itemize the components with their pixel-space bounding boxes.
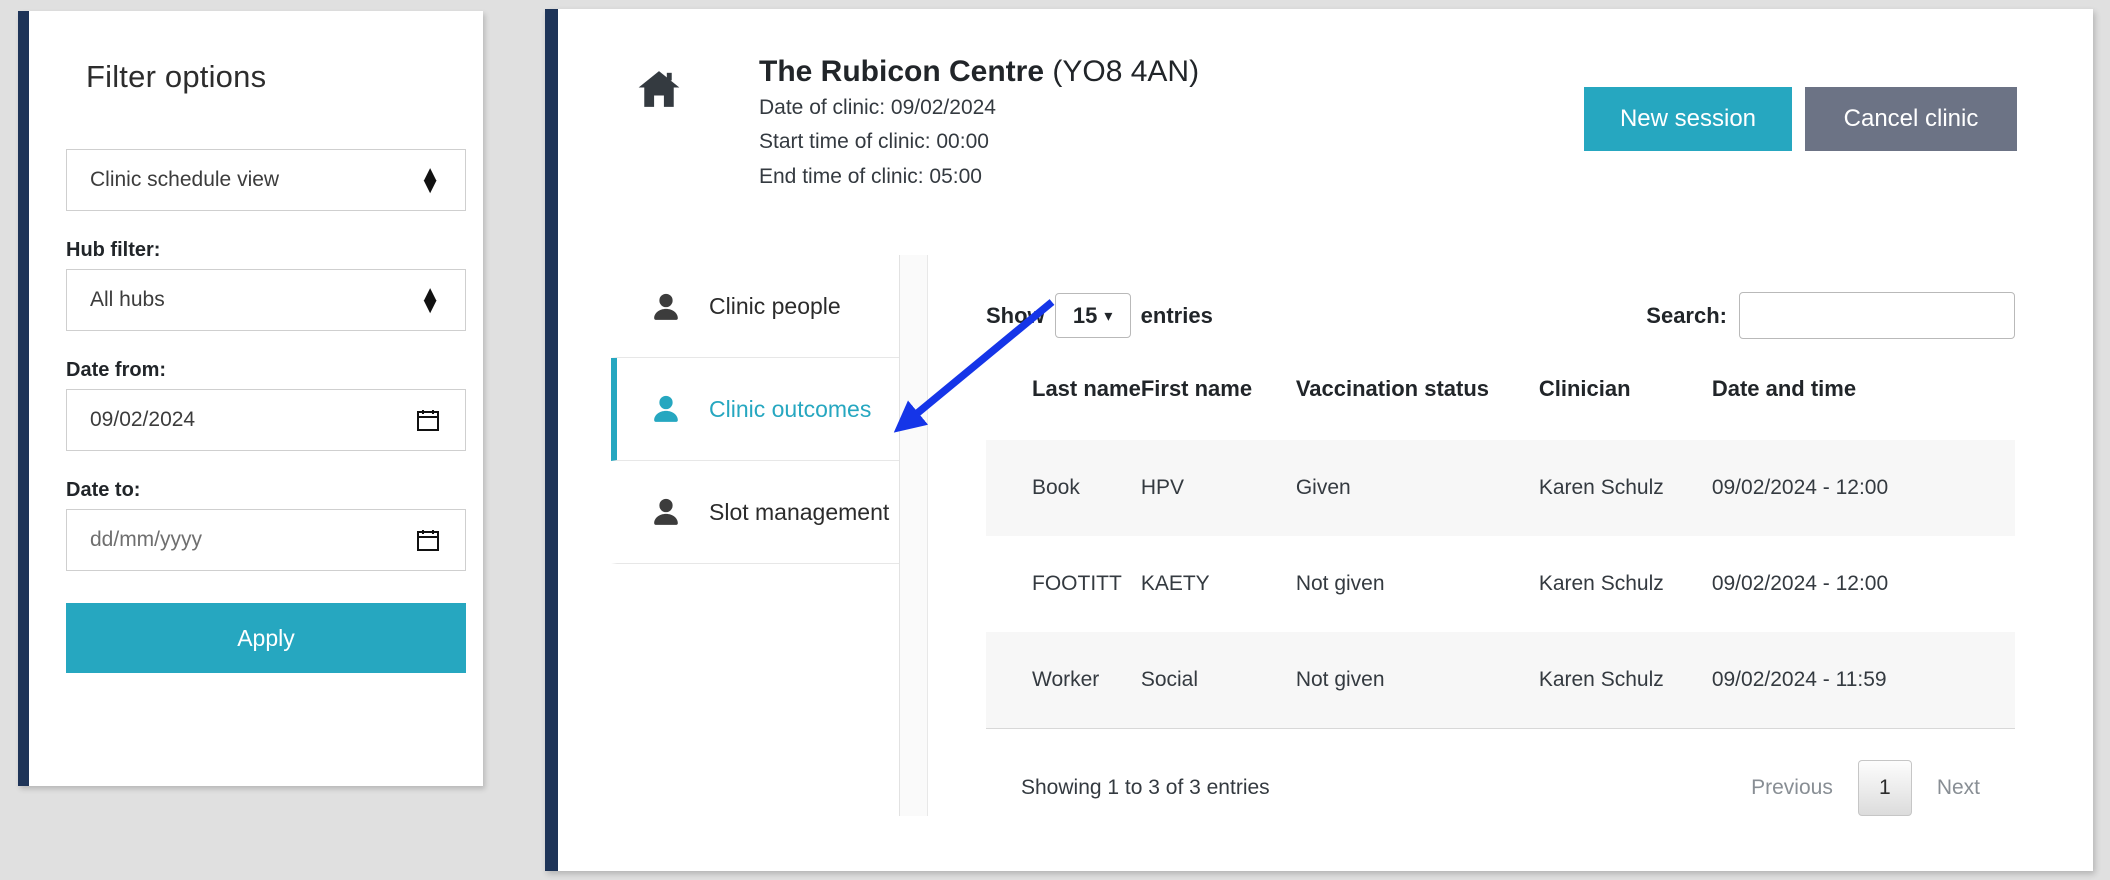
column-vaccination-status[interactable]: Vaccination status [1296,376,1539,440]
tab-divider [900,255,928,816]
calendar-icon[interactable] [416,528,440,552]
select-spinner-icon: ▲▼ [419,288,441,312]
table-row[interactable]: FOOTITT KAETY Not given Karen Schulz 09/… [986,536,2015,632]
cell-first-name: HPV [1141,440,1296,536]
view-select-group: Clinic schedule view ▲▼ [66,149,446,211]
filter-options-panel: Filter options Clinic schedule view ▲▼ H… [18,11,483,786]
date-to-input[interactable]: dd/mm/yyyy [66,509,466,571]
clinic-start-time: Start time of clinic: 00:00 [759,126,1199,159]
cell-first-name: Social [1141,632,1296,728]
cell-clinician: Karen Schulz [1539,536,1712,632]
clinic-header: The Rubicon Centre (YO8 4AN) Date of cli… [558,9,2093,193]
search-input[interactable] [1739,292,2015,339]
table-row[interactable]: Worker Social Not given Karen Schulz 09/… [986,632,2015,728]
date-from-input[interactable]: 09/02/2024 [66,389,466,451]
chevron-down-icon: ▾ [1104,306,1112,326]
tab-slot-management-label: Slot management [709,499,889,526]
clinic-tab-list: Clinic people Clinic outcomes [611,255,900,816]
apply-filters-button[interactable]: Apply [66,603,466,673]
cell-last-name: Worker [986,632,1141,728]
show-label: Show [986,303,1045,329]
cell-last-name: FOOTITT [986,536,1141,632]
entries-info: Showing 1 to 3 of 3 entries [1021,776,1270,800]
new-session-button[interactable]: New session [1584,87,1792,151]
clinic-meta: The Rubicon Centre (YO8 4AN) Date of cli… [759,55,1199,193]
tab-clinic-outcomes-label: Clinic outcomes [709,396,871,423]
filter-options-title: Filter options [66,11,446,95]
date-to-placeholder: dd/mm/yyyy [90,528,202,552]
clinic-main-panel: The Rubicon Centre (YO8 4AN) Date of cli… [545,9,2093,871]
column-date-and-time[interactable]: Date and time [1712,376,2015,440]
cell-date-and-time: 09/02/2024 - 12:00 [1712,536,2015,632]
tab-clinic-people-label: Clinic people [709,293,841,320]
outcomes-table-panel: Show 15 ▾ entries Search: [928,255,2093,816]
table-header-row: Last name First name Vaccination status … [986,376,2015,440]
hub-filter-select[interactable]: All hubs ▲▼ [66,269,466,331]
cell-clinician: Karen Schulz [1539,440,1712,536]
home-icon[interactable] [636,69,682,109]
table-head: Last name First name Vaccination status … [986,376,2015,440]
page-length-control: Show 15 ▾ entries [986,293,1213,338]
column-last-name[interactable]: Last name [986,376,1141,440]
tab-slot-management[interactable]: Slot management [611,461,899,564]
clinic-end-time: End time of clinic: 05:00 [759,161,1199,194]
clinic-view-select-value: Clinic schedule view [90,168,279,192]
tab-clinic-outcomes[interactable]: Clinic outcomes [611,358,899,461]
person-icon [653,497,679,527]
date-from-group: Date from: 09/02/2024 [66,359,446,451]
filter-options-content: Filter options Clinic schedule view ▲▼ H… [29,11,483,673]
column-clinician[interactable]: Clinician [1539,376,1712,440]
calendar-icon[interactable] [416,408,440,432]
cell-last-name: Book [986,440,1141,536]
cell-vaccination-status: Given [1296,440,1539,536]
clinic-header-actions: New session Cancel clinic [1584,87,2017,151]
person-icon [653,394,679,424]
column-first-name[interactable]: First name [1141,376,1296,440]
date-to-group: Date to: dd/mm/yyyy [66,479,446,571]
pagination-next[interactable]: Next [1937,776,1980,800]
pagination: Previous 1 Next [1751,760,1980,816]
clinic-outcomes-table: Last name First name Vaccination status … [986,376,2015,728]
table-footer: Showing 1 to 3 of 3 entries Previous 1 N… [986,728,2015,816]
entries-label: entries [1141,303,1213,329]
clinic-name: The Rubicon Centre [759,55,1044,88]
table-row[interactable]: Book HPV Given Karen Schulz 09/02/2024 -… [986,440,2015,536]
pagination-page-1[interactable]: 1 [1858,760,1912,816]
app-root: Filter options Clinic schedule view ▲▼ H… [0,0,2110,880]
select-spinner-icon: ▲▼ [419,168,441,192]
cell-vaccination-status: Not given [1296,536,1539,632]
table-controls: Show 15 ▾ entries Search: [986,255,2015,339]
clinic-body: Clinic people Clinic outcomes [558,255,2093,816]
cell-vaccination-status: Not given [1296,632,1539,728]
table-body: Book HPV Given Karen Schulz 09/02/2024 -… [986,440,2015,728]
cell-clinician: Karen Schulz [1539,632,1712,728]
clinic-date: Date of clinic: 09/02/2024 [759,92,1199,125]
search-label: Search: [1646,303,1727,329]
date-from-label: Date from: [66,359,446,382]
hub-filter-select-value: All hubs [90,288,165,312]
clinic-postcode: (YO8 4AN) [1052,55,1199,88]
clinic-title: The Rubicon Centre (YO8 4AN) [759,55,1199,90]
date-from-value: 09/02/2024 [90,408,195,432]
cancel-clinic-button[interactable]: Cancel clinic [1805,87,2017,151]
page-length-select[interactable]: 15 ▾ [1055,293,1131,338]
person-icon [653,292,679,322]
hub-filter-label: Hub filter: [66,239,446,262]
pagination-previous[interactable]: Previous [1751,776,1833,800]
table-search: Search: [1646,292,2015,339]
cell-first-name: KAETY [1141,536,1296,632]
clinic-view-select[interactable]: Clinic schedule view ▲▼ [66,149,466,211]
cell-date-and-time: 09/02/2024 - 12:00 [1712,440,2015,536]
cell-date-and-time: 09/02/2024 - 11:59 [1712,632,2015,728]
page-length-value: 15 [1073,303,1097,329]
tab-clinic-people[interactable]: Clinic people [611,255,899,358]
hub-filter-group: Hub filter: All hubs ▲▼ [66,239,446,331]
date-to-label: Date to: [66,479,446,502]
